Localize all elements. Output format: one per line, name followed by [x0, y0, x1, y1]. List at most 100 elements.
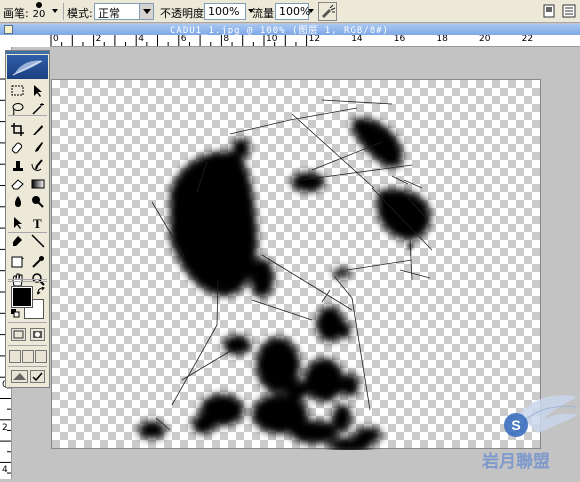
chevron-down-icon: [139, 4, 153, 19]
flow-label: 流量:: [252, 7, 278, 20]
ruler-label: 0: [53, 35, 59, 44]
rect-marquee-icon: [11, 85, 24, 96]
flow-value: 100%: [279, 5, 311, 18]
separator: [63, 3, 64, 20]
divider: [8, 279, 47, 280]
divider: [8, 366, 47, 367]
document-canvas[interactable]: [51, 79, 541, 450]
eraser-icon: [11, 179, 24, 190]
divider: [8, 345, 47, 346]
standard-screen-button[interactable]: [9, 350, 21, 363]
blur-tool[interactable]: [9, 193, 27, 210]
eyedropper-tool[interactable]: [29, 253, 47, 270]
eraser-tool[interactable]: [9, 175, 27, 192]
standard-mode-button[interactable]: [11, 328, 26, 341]
ruler-label: 2: [2, 422, 8, 433]
feather-icon: [12, 60, 43, 76]
ruler-label: 12: [308, 35, 321, 44]
line-tool[interactable]: [29, 232, 47, 249]
ruler-label: 6: [180, 35, 187, 44]
pen-tool[interactable]: [9, 232, 27, 249]
dodge-icon: [32, 196, 44, 208]
swap-colors-icon[interactable]: [37, 287, 46, 296]
foreground-color-swatch[interactable]: [11, 286, 33, 308]
checkmark-icon[interactable]: [30, 370, 45, 383]
move-icon: [34, 85, 42, 97]
brush-label: 画笔:: [3, 7, 29, 20]
healing-brush-icon: [11, 142, 23, 154]
divider: [8, 281, 47, 282]
ruler-corner[interactable]: [0, 35, 50, 47]
flow-slider-arrow[interactable]: [307, 5, 316, 17]
slice-tool[interactable]: [29, 121, 47, 138]
document-icon: [4, 25, 13, 34]
document-titlebar[interactable]: CADU1_1.jpg @ 100% (图层 1, RGB/8#): [0, 24, 580, 36]
brush-icon: [35, 142, 43, 152]
type-icon: T: [33, 216, 42, 231]
default-colors-icon[interactable]: [11, 309, 20, 318]
opacity-input[interactable]: 100%: [204, 3, 246, 20]
path-select-tool[interactable]: [9, 214, 27, 231]
full-screen-button[interactable]: [35, 350, 47, 363]
adobe-online-button[interactable]: [7, 55, 48, 79]
brush-tip-icon: [36, 2, 42, 8]
watermark-badge: S: [511, 417, 520, 433]
blur-icon: [15, 196, 21, 207]
healing-brush-tool[interactable]: [9, 139, 27, 156]
path-select-icon: [14, 217, 22, 229]
site-watermark: S 岩月聯盟: [480, 385, 580, 479]
jump-to-imageready-button[interactable]: [11, 370, 28, 383]
ruler-label: 4: [138, 35, 144, 44]
type-tool[interactable]: T: [29, 214, 47, 231]
zoom-icon: [32, 273, 45, 286]
divider: [8, 322, 47, 323]
hand-icon: [12, 273, 23, 287]
mode-value: 正常: [98, 7, 120, 20]
palette-well-icon[interactable]: [561, 3, 577, 19]
airbrush-toggle[interactable]: [318, 2, 337, 21]
airbrush-icon: [322, 4, 336, 18]
watermark-text: 岩月聯盟: [481, 451, 550, 472]
dalmatian-artwork: [138, 99, 433, 450]
slice-icon: [33, 125, 43, 135]
clone-stamp-icon: [13, 161, 23, 171]
history-brush-tool[interactable]: [29, 157, 47, 174]
ruler-label: 22: [521, 35, 534, 44]
mode-label: 模式:: [67, 7, 93, 20]
ruler-label: 10: [266, 35, 278, 44]
divider: [8, 115, 47, 116]
flow-input[interactable]: 100%: [275, 3, 311, 20]
notes-tool[interactable]: [9, 253, 27, 270]
notes-icon: [11, 256, 24, 268]
file-browser-icon[interactable]: [541, 3, 557, 19]
winged-logo-icon: S 岩月聯盟: [481, 395, 578, 472]
opacity-label: 不透明度:: [160, 7, 208, 20]
crop-tool[interactable]: [9, 121, 27, 138]
clone-stamp-tool[interactable]: [9, 157, 27, 174]
quick-mask-button[interactable]: [30, 328, 45, 341]
brush-preset-picker[interactable]: 20: [28, 1, 50, 22]
line-icon: [31, 234, 45, 248]
dodge-tool[interactable]: [29, 193, 47, 210]
ruler-label: 2: [95, 35, 102, 44]
divider: [8, 232, 47, 233]
full-screen-menu-button[interactable]: [22, 350, 34, 363]
ruler-label: 16: [393, 35, 406, 44]
gradient-icon: [31, 179, 45, 189]
tools-palette: T: [5, 50, 50, 388]
ruler-label: 8: [223, 35, 230, 44]
opacity-value: 100%: [208, 5, 240, 18]
history-brush-icon: [31, 159, 43, 171]
ruler-label: 20: [479, 35, 491, 44]
rect-marquee-tool[interactable]: [9, 82, 27, 99]
pen-icon: [13, 236, 22, 246]
gradient-tool[interactable]: [29, 175, 47, 192]
mode-select[interactable]: 正常: [94, 3, 154, 20]
move-tool[interactable]: [29, 82, 47, 99]
ruler-label: 18: [436, 35, 448, 44]
horizontal-ruler[interactable]: 0 2 4 6 8 10 12 14 16 18 20 22: [50, 35, 580, 47]
brush-tool[interactable]: [29, 139, 47, 156]
palette-titlebar[interactable]: [6, 51, 49, 54]
eyedropper-icon: [32, 256, 44, 268]
brush-dropdown-arrow[interactable]: [51, 5, 60, 17]
